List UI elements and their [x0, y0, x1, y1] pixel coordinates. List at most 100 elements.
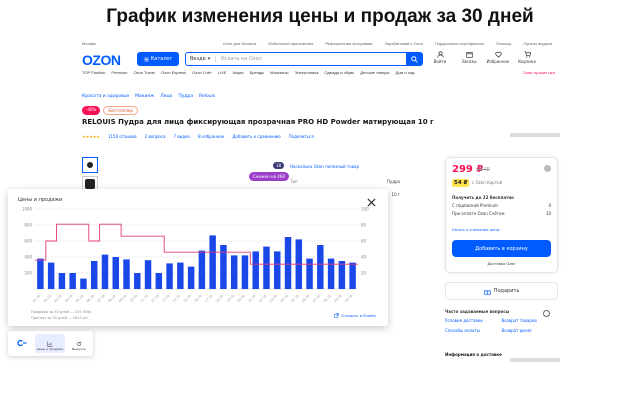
faq-item[interactable]: Возврат денег	[502, 328, 559, 333]
buy-box: 299 ₽ 554₽ 54 ₽ с Ozon Картой Получить д…	[445, 157, 558, 273]
x-tick-label: 06.10	[86, 294, 95, 303]
ozon-logo[interactable]: OZON	[82, 52, 121, 68]
specs-link[interactable]: Насколько Ozon полезный товар	[290, 164, 400, 169]
breadcrumb: Красота и здоровье Макияж Лицо Пудра Rel…	[82, 94, 215, 99]
sales-bar	[37, 258, 44, 289]
open-sheets-link[interactable]: Открыть в Sheets	[334, 313, 376, 318]
header-icons: Войти Заказы Избранное Корзина	[430, 51, 537, 64]
video-link[interactable]: 7 видео	[174, 134, 190, 139]
nav-item[interactable]: Электроника	[294, 70, 318, 75]
top-link[interactable]: Помощь	[496, 41, 511, 46]
nav-item[interactable]: Акции	[232, 70, 243, 75]
cart-icon	[523, 51, 531, 58]
sales-bar	[241, 255, 249, 289]
breadcrumb-item[interactable]: Relouis	[199, 94, 215, 99]
faq-search-icon[interactable]	[543, 310, 550, 317]
search-button[interactable]	[406, 53, 422, 65]
y-right-tick-label: 20	[361, 271, 367, 276]
extension-toolbar: Цены и продажи Выручка	[8, 331, 93, 356]
x-tick-label: 15.10	[183, 294, 192, 303]
top-link[interactable]: Мобильное приложение	[268, 41, 313, 46]
share-link[interactable]: Поделиться	[289, 134, 314, 139]
rating-stars: ★★★★★	[82, 134, 100, 139]
nav-item[interactable]: Ozon Express	[161, 70, 186, 75]
nav-item-best-prices[interactable]: Зона лучших цен	[523, 70, 555, 75]
info-icon[interactable]	[544, 165, 551, 172]
product-title: RELOUIS Пудра для лица фиксирующая прозр…	[82, 118, 434, 126]
x-tick-label: 10.10	[129, 294, 138, 303]
nav-item[interactable]: TOP Fashion	[82, 70, 105, 75]
price-line	[35, 223, 358, 265]
y-left-tick-label: 800	[24, 223, 32, 228]
sales-bar	[230, 255, 238, 289]
nav-item[interactable]: Магазины	[270, 70, 288, 75]
faq-item[interactable]: Условия доставки	[445, 318, 502, 323]
thumbnail[interactable]	[82, 157, 98, 173]
top-link[interactable]: Подарочные сертификаты	[435, 41, 484, 46]
x-tick-label: 08.10	[107, 294, 116, 303]
add-to-cart-button[interactable]: Добавить в корзину	[452, 240, 551, 257]
x-tick-label: 03.10	[53, 294, 62, 303]
tab-price-sales[interactable]: Цены и продажи	[35, 334, 65, 353]
top-link[interactable]: Ozon для бизнеса	[223, 41, 257, 46]
reviews-link[interactable]: 1150 отзывов	[108, 134, 137, 139]
sales-footnote: Продажи за 30 дней — 215 450р	[31, 310, 92, 314]
breadcrumb-item[interactable]: Лицо	[160, 94, 172, 99]
orders-button[interactable]: Заказы	[459, 51, 479, 64]
faq-item[interactable]: Способы оплаты	[445, 328, 502, 333]
search-input[interactable]: Искать на Ozon	[216, 56, 406, 62]
x-tick-label: 19.10	[226, 294, 235, 303]
faq-item[interactable]: Возврат товаров	[502, 318, 559, 323]
search-icon	[410, 55, 418, 63]
y-right-tick-label: 40	[361, 255, 367, 260]
extension-logo[interactable]	[12, 334, 32, 353]
nav-item[interactable]: Дом и сад	[396, 70, 415, 75]
y-right-tick-label: 60	[361, 239, 367, 244]
x-tick-label: 16.10	[193, 294, 202, 303]
tab-revenue[interactable]: Выручка	[67, 334, 91, 353]
top-link[interactable]: Реферальная программа	[325, 41, 372, 46]
x-tick-label: 21.10	[247, 294, 256, 303]
y-left-tick-label: 200	[24, 271, 32, 276]
nav-item[interactable]: Бренды	[250, 70, 265, 75]
gift-button[interactable]: Подарить	[445, 282, 558, 300]
cart-button[interactable]: Корзина	[517, 51, 537, 64]
location-link[interactable]: Москва	[82, 41, 96, 46]
forecast-footnote: Прогноз за 30 дней — 2813 шт	[31, 316, 89, 320]
old-price: 554₽	[477, 167, 490, 173]
x-tick-label: 18.10	[215, 294, 224, 303]
catalog-button[interactable]: Каталог	[137, 52, 179, 66]
breadcrumb-item[interactable]: Макияж	[135, 94, 154, 99]
favorite-link[interactable]: В избранное	[198, 134, 224, 139]
top-link[interactable]: Пункты выдачи	[524, 41, 553, 46]
search-category[interactable]: Везде ▾	[186, 56, 216, 62]
top-link[interactable]: Зарабатывай с Ozon	[385, 41, 423, 46]
nav-item[interactable]: Одежда и обувь	[324, 70, 354, 75]
breadcrumb-item[interactable]: Красота и здоровье	[82, 94, 129, 99]
x-tick-label: 23.10	[269, 294, 278, 303]
x-tick-label: 29.10	[333, 294, 342, 303]
x-tick-label: 17.10	[204, 294, 213, 303]
x-tick-label: 20.10	[236, 294, 245, 303]
price-notice-link[interactable]: Узнать о снижении цены	[452, 228, 499, 232]
login-button[interactable]: Войти	[430, 51, 450, 64]
shipping-note: Доставка Ozon	[487, 262, 516, 266]
questions-link[interactable]: 2 вопроса	[145, 134, 166, 139]
x-tick-label: 09.10	[118, 294, 127, 303]
nav-item[interactable]: Premium	[111, 70, 127, 75]
chevron-down-icon: ▾	[207, 56, 211, 62]
nav-item[interactable]: LIVE	[218, 70, 227, 75]
sales-bar	[155, 273, 163, 289]
banner-title: График изменения цены и продаж за 30 дне…	[0, 0, 640, 33]
breadcrumb-item[interactable]: Пудра	[178, 94, 193, 99]
sales-bar	[90, 261, 98, 289]
nav-item[interactable]: Детские товары	[360, 70, 389, 75]
heart-icon	[494, 51, 502, 58]
favorites-button[interactable]: Избранное	[487, 51, 509, 64]
search-bar[interactable]: Везде ▾ Искать на Ozon	[185, 52, 423, 66]
sales-bar	[263, 246, 270, 289]
nav-item[interactable]: Ozon Счёт	[192, 70, 212, 75]
nav-item[interactable]: Ozon Travel	[133, 70, 155, 75]
sales-bar	[306, 258, 313, 289]
compare-link[interactable]: Добавить к сравнению	[232, 134, 280, 139]
